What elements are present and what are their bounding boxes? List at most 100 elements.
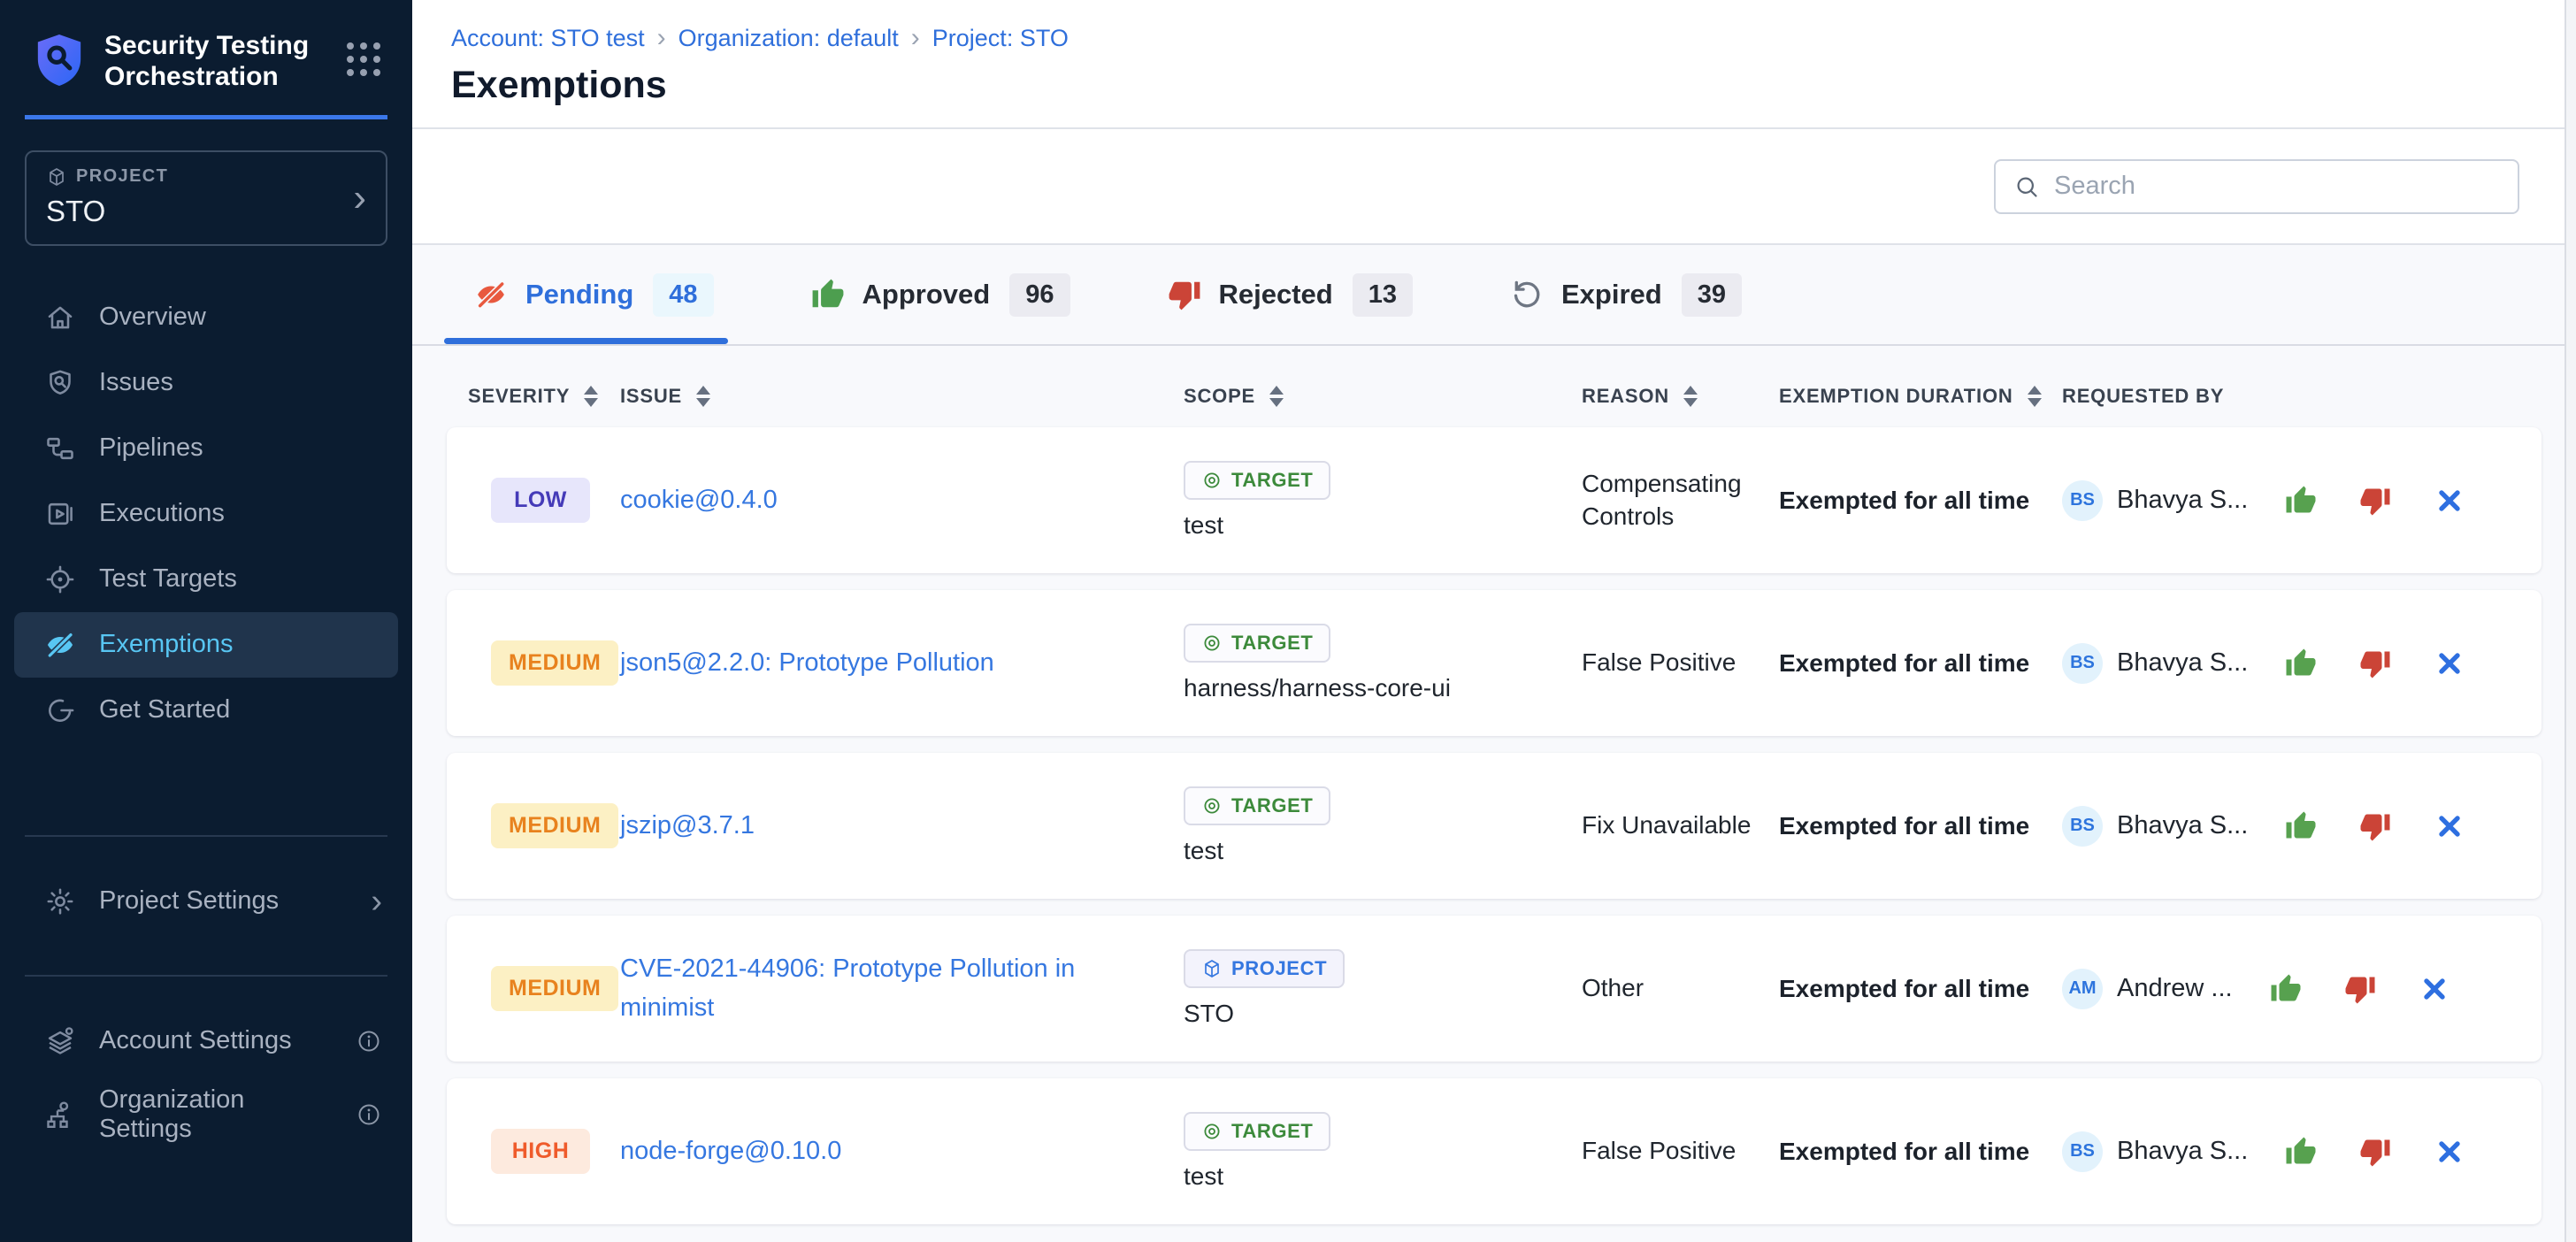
requester-name: Bhavya S... (2117, 1137, 2248, 1166)
reason-text: False Positive (1582, 647, 1779, 678)
column-header: SCOPE (1184, 385, 1582, 408)
approve-button[interactable] (2285, 810, 2317, 842)
thumb-down-icon (1168, 278, 1201, 311)
table-body: LOW cookie@0.4.0 TARGET test Compensatin… (447, 427, 2542, 1224)
sidebar-settings-item[interactable]: Organization Settings (14, 1082, 398, 1147)
scope-chip: TARGET (1184, 461, 1330, 500)
issue-link[interactable]: cookie@0.4.0 (620, 481, 1184, 520)
approve-button[interactable] (2285, 1136, 2317, 1168)
sidebar-item-label: Test Targets (99, 564, 237, 594)
sidebar-item[interactable]: Overview (14, 285, 398, 350)
sort-icon[interactable] (696, 386, 710, 407)
sidebar-item[interactable]: Issues (14, 350, 398, 416)
row-actions (2285, 1136, 2465, 1168)
sidebar-nav: Overview Issues Pipelines Executions Tes… (0, 285, 412, 743)
search-box[interactable] (1994, 159, 2519, 214)
reason-text: Compensating Controls (1582, 468, 1779, 533)
breadcrumb-link[interactable]: Organization: default (678, 25, 899, 52)
sort-icon[interactable] (1683, 386, 1698, 407)
sidebar-settings-secondary: Account Settings Organization Settings (0, 1008, 412, 1147)
main-content: Account: STO test › Organization: defaul… (412, 0, 2576, 1242)
reject-button[interactable] (2359, 648, 2391, 679)
cancel-button[interactable] (2434, 1136, 2465, 1168)
severity-badge: MEDIUM (491, 640, 618, 686)
tab-label: Pending (525, 279, 633, 310)
reject-button[interactable] (2359, 810, 2391, 842)
breadcrumb-link[interactable]: Project: STO (932, 25, 1069, 52)
sidebar-item[interactable]: Exemptions (14, 612, 398, 678)
sidebar-settings-item[interactable]: Project Settings › (14, 869, 398, 934)
column-header-label: SCOPE (1184, 385, 1255, 408)
issue-link[interactable]: CVE-2021-44906: Prototype Pollution in m… (620, 950, 1184, 1027)
issue-link[interactable]: json5@2.2.0: Prototype Pollution (620, 644, 1184, 683)
module-switcher-icon[interactable] (347, 42, 380, 76)
tab-label: Rejected (1219, 279, 1333, 310)
severity-badge: MEDIUM (491, 803, 618, 848)
tab-count-badge: 39 (1682, 273, 1742, 317)
sidebar-item-label: Account Settings (99, 1026, 292, 1055)
exemption-row: MEDIUM jszip@3.7.1 TARGET test Fix Unava… (447, 753, 2542, 899)
sidebar-item[interactable]: Executions (14, 481, 398, 547)
cancel-button[interactable] (2434, 485, 2465, 517)
tab[interactable]: Pending 48 (474, 245, 714, 344)
requester-name: Bhavya S... (2117, 486, 2248, 515)
scope-chip-label: TARGET (1231, 1120, 1313, 1143)
reject-button[interactable] (2359, 485, 2391, 517)
scope-target-icon (1201, 470, 1223, 491)
tab-label: Approved (862, 279, 991, 310)
breadcrumb-separator: › (911, 23, 920, 53)
search-input[interactable] (2054, 172, 2500, 201)
search-icon (2013, 173, 2040, 200)
info-icon (356, 1101, 382, 1128)
sort-icon[interactable] (2028, 386, 2042, 407)
exemption-row: MEDIUM json5@2.2.0: Prototype Pollution … (447, 590, 2542, 736)
sidebar-item-label: Executions (99, 499, 225, 528)
tab[interactable]: Rejected 13 (1168, 245, 1414, 344)
table-header-row: SEVERITY ISSUE SCOPE (447, 385, 2542, 408)
scope-target-icon (1201, 632, 1223, 654)
scope-chip: TARGET (1184, 624, 1330, 663)
cancel-button[interactable] (2434, 810, 2465, 842)
exemptions-table: SEVERITY ISSUE SCOPE (412, 385, 2576, 1224)
sidebar-divider (25, 835, 387, 837)
page-header: Account: STO test › Organization: defaul… (412, 0, 2576, 129)
issue-link[interactable]: jszip@3.7.1 (620, 807, 1184, 846)
reason-text: Fix Unavailable (1582, 809, 1779, 841)
scrollbar[interactable] (2564, 0, 2576, 1242)
exemption-row: HIGH node-forge@0.10.0 TARGET test False… (447, 1078, 2542, 1224)
tab[interactable]: Approved 96 (811, 245, 1070, 344)
sidebar-item[interactable]: Get Started (14, 678, 398, 743)
cancel-button[interactable] (2419, 973, 2450, 1005)
row-actions (2285, 648, 2465, 679)
scope-name: test (1184, 1162, 1223, 1191)
issue-link[interactable]: node-forge@0.10.0 (620, 1132, 1184, 1171)
pipelines-icon (44, 433, 76, 464)
scope-chip-label: TARGET (1231, 632, 1313, 655)
sidebar-item[interactable]: Test Targets (14, 547, 398, 612)
sidebar-settings-item[interactable]: Account Settings (14, 1008, 398, 1074)
sidebar-item-label: Project Settings (99, 886, 279, 916)
executions-icon (44, 498, 76, 530)
sort-icon[interactable] (584, 386, 598, 407)
scope-chip-label: PROJECT (1231, 957, 1327, 980)
shield-search-icon (44, 367, 76, 399)
project-selector[interactable]: PROJECT STO › (25, 150, 387, 246)
column-header-label: REQUESTED BY (2062, 385, 2224, 408)
requester-name: Bhavya S... (2117, 811, 2248, 840)
approve-button[interactable] (2270, 973, 2302, 1005)
column-header: REASON (1582, 385, 1779, 408)
scope-project-icon (1201, 958, 1223, 979)
approve-button[interactable] (2285, 648, 2317, 679)
cancel-button[interactable] (2434, 648, 2465, 679)
breadcrumb-link[interactable]: Account: STO test (451, 25, 645, 52)
reject-button[interactable] (2359, 1136, 2391, 1168)
row-actions (2270, 973, 2450, 1005)
chevron-right-icon: › (371, 885, 382, 918)
history-icon (1510, 278, 1544, 311)
get-started-icon (44, 694, 76, 726)
sort-icon[interactable] (1269, 386, 1284, 407)
sidebar-item[interactable]: Pipelines (14, 416, 398, 481)
approve-button[interactable] (2285, 485, 2317, 517)
reject-button[interactable] (2344, 973, 2376, 1005)
tab[interactable]: Expired 39 (1510, 245, 1742, 344)
